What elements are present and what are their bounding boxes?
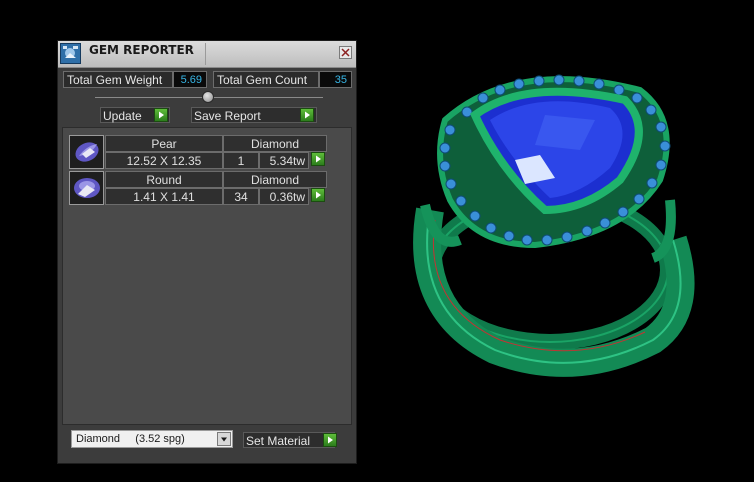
3d-viewport[interactable]: GEM REPORTER Total Gem Weight 5.69 Total…	[0, 0, 754, 482]
gem-row-play-icon[interactable]	[311, 188, 325, 202]
total-gem-count-value: 35	[319, 71, 352, 88]
material-dropdown[interactable]: Diamond (3.52 spg)	[71, 430, 233, 448]
gem-row[interactable]: Round Diamond 1.41 X 1.41 34 0.36tw	[69, 171, 327, 205]
gem-weight: 0.36tw	[259, 188, 309, 205]
set-material-play-icon[interactable]	[323, 433, 337, 447]
slider-handle[interactable]	[202, 91, 214, 103]
gem-weight: 5.34tw	[259, 152, 309, 169]
set-material-button[interactable]: Set Material	[243, 432, 335, 448]
close-icon	[341, 48, 350, 57]
gem-row[interactable]: Pear Diamond 12.52 X 12.35 1 5.34tw	[69, 135, 327, 169]
pear-gem-icon	[69, 135, 104, 169]
save-report-button-label: Save Report	[194, 109, 261, 123]
total-gem-weight-value: 5.69	[173, 71, 207, 88]
gem-shape: Pear	[105, 135, 223, 152]
gem-shape: Round	[105, 171, 223, 188]
gem-count: 1	[223, 152, 259, 169]
gem-size: 1.41 X 1.41	[105, 188, 223, 205]
gem-material: Diamond	[223, 171, 327, 188]
gem-row-play-icon[interactable]	[311, 152, 325, 166]
close-button[interactable]	[339, 46, 352, 59]
gem-list: Pear Diamond 12.52 X 12.35 1 5.34tw Roun…	[62, 127, 352, 425]
ring-3d-model[interactable]	[405, 60, 695, 390]
set-material-button-label: Set Material	[246, 434, 311, 448]
material-selected-value: Diamond (3.52 spg)	[76, 433, 185, 445]
total-gem-count-label: Total Gem Count	[213, 71, 319, 88]
material-bar: Diamond (3.52 spg) Set Material	[62, 427, 352, 461]
title-bar[interactable]: GEM REPORTER	[58, 41, 356, 68]
save-report-play-icon[interactable]	[300, 108, 314, 122]
title-divider	[205, 43, 206, 65]
chevron-down-icon[interactable]	[217, 432, 231, 446]
update-play-icon[interactable]	[154, 108, 168, 122]
total-gem-weight-label: Total Gem Weight	[63, 71, 173, 88]
gem-material: Diamond	[223, 135, 327, 152]
update-button-label: Update	[103, 109, 142, 123]
gem-reporter-panel: GEM REPORTER Total Gem Weight 5.69 Total…	[57, 40, 357, 464]
gem-size: 12.52 X 12.35	[105, 152, 223, 169]
gem-count: 34	[223, 188, 259, 205]
round-gem-icon	[69, 171, 104, 205]
save-report-button[interactable]: Save Report	[191, 107, 317, 123]
gem-reporter-app-icon	[60, 43, 81, 64]
window-title: GEM REPORTER	[89, 43, 194, 57]
